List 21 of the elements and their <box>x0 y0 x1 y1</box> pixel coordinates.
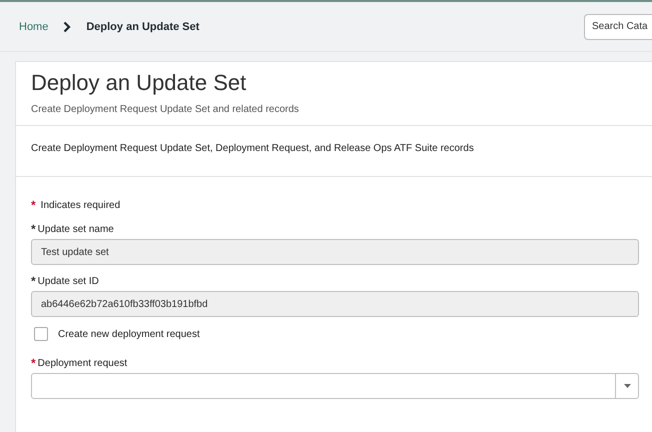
page-title: Deploy an Update Set <box>31 70 248 96</box>
breadcrumb-current: Deploy an Update Set <box>86 20 200 32</box>
caret-down-icon[interactable] <box>624 384 630 388</box>
required-asterisk: * <box>31 223 36 235</box>
text-field[interactable]: ab6446e62b72a610fb33ff03b191bfbd <box>31 291 639 317</box>
search-field[interactable]: Search Cata <box>584 14 652 40</box>
field-label: Update set ID <box>38 276 99 286</box>
required-note: Indicates required <box>40 200 120 210</box>
page-subtitle: Create Deployment Request Update Set and related records <box>31 104 300 115</box>
field-label: Update set name <box>38 224 114 234</box>
required-asterisk: * <box>31 199 36 211</box>
field-label: Deployment request <box>38 358 128 368</box>
select-field[interactable] <box>31 373 639 399</box>
checkbox-label: Create new deployment request <box>58 328 200 340</box>
breadcrumb-link[interactable]: Home <box>19 20 48 32</box>
form-description: Create Deployment Request Update Set, Deployment Request, and Release Ops ATF Suite records <box>31 143 474 154</box>
required-asterisk: * <box>31 357 36 369</box>
chevron-right-icon <box>63 20 72 32</box>
checkbox[interactable] <box>34 327 48 341</box>
text-field[interactable]: Test update set <box>31 239 639 265</box>
required-asterisk: * <box>31 275 36 287</box>
